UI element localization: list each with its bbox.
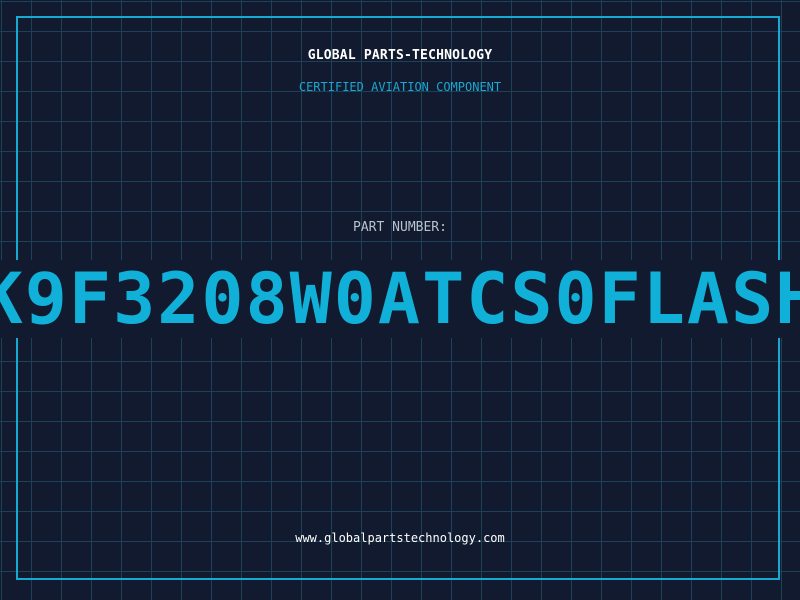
part-number: K9F3208W0ATCS0FLASH <box>0 258 800 340</box>
subtitle: CERTIFIED AVIATION COMPONENT <box>298 80 502 94</box>
part-number-label: PART NUMBER: <box>353 220 447 235</box>
certificate-canvas: GLOBAL PARTS-TECHNOLOGY CERTIFIED AVIATI… <box>0 0 800 600</box>
company-name: GLOBAL PARTS-TECHNOLOGY <box>307 48 493 63</box>
website-link[interactable]: www.globalpartstechnology.com <box>0 531 800 545</box>
